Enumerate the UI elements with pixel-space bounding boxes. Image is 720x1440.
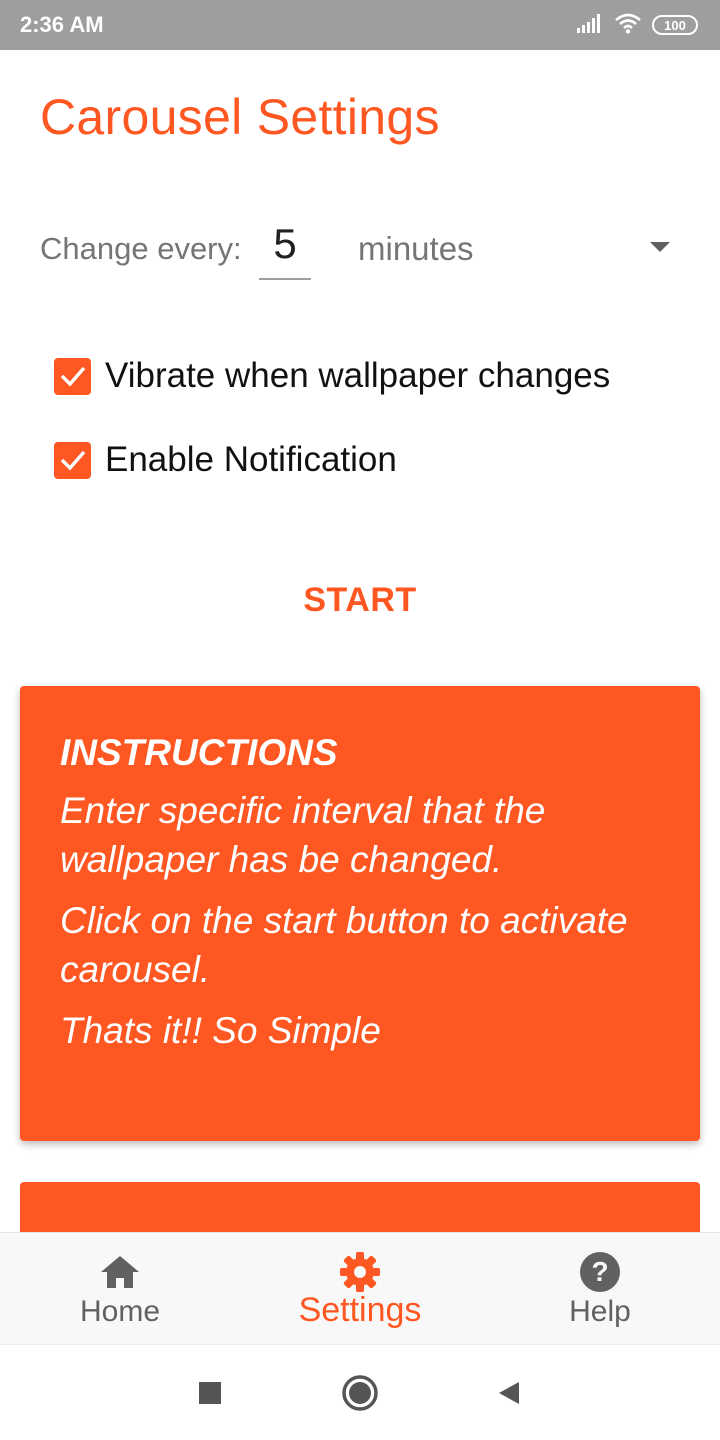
wifi-icon [614,12,642,39]
battery-icon: 100 [652,15,698,35]
nav-label-help: Help [569,1295,631,1328]
interval-input[interactable]: 5 [259,218,311,280]
start-button[interactable]: START [260,570,460,630]
instructions-paragraph: Enter specific interval that the wallpap… [60,790,546,880]
instructions-title: INSTRUCTIONS [60,732,338,773]
home-circle-icon[interactable] [340,1373,380,1413]
bottom-navigation: Home Settings ? Help [0,1232,720,1344]
instructions-paragraph: Thats it!! So Simple [60,1010,381,1051]
notification-label: Enable Notification [105,440,397,479]
nav-label-settings: Settings [298,1291,422,1329]
dropdown-arrow-icon [650,242,670,252]
status-icons: 100 [576,12,698,38]
status-bar: 2:36 AM 100 [0,0,720,50]
nav-item-home[interactable]: Home [0,1233,240,1345]
system-navigation-bar [0,1344,720,1440]
checkmark-icon [60,450,85,471]
signal-icon [576,13,604,38]
unit-dropdown[interactable]: minutes [358,220,680,280]
back-icon[interactable] [488,1373,528,1413]
svg-text:?: ? [591,1256,608,1287]
unit-dropdown-value: minutes [358,230,474,267]
nav-label-home: Home [79,1295,161,1328]
nav-item-help[interactable]: ? Help [480,1233,720,1345]
vibrate-checkbox[interactable] [54,357,91,395]
interval-label: Change every: [40,231,242,266]
notification-checkbox[interactable] [54,441,91,479]
instructions-card: INSTRUCTIONS Enter specific interval tha… [20,686,700,1141]
vibrate-label: Vibrate when wallpaper changes [105,356,611,395]
checkmark-icon [60,366,85,387]
page-title: Carousel Settings [40,89,440,145]
nav-item-settings[interactable]: Settings [240,1233,480,1345]
status-time: 2:36 AM [20,12,104,37]
instructions-paragraph: Click on the start button to activate ca… [60,900,628,990]
gear-icon [339,1251,381,1293]
battery-level: 100 [664,17,686,33]
notification-option[interactable]: Enable Notification [54,440,397,480]
home-icon [99,1251,141,1293]
vibrate-option[interactable]: Vibrate when wallpaper changes [54,356,610,396]
recents-icon[interactable] [190,1373,230,1413]
help-icon: ? [579,1251,621,1293]
